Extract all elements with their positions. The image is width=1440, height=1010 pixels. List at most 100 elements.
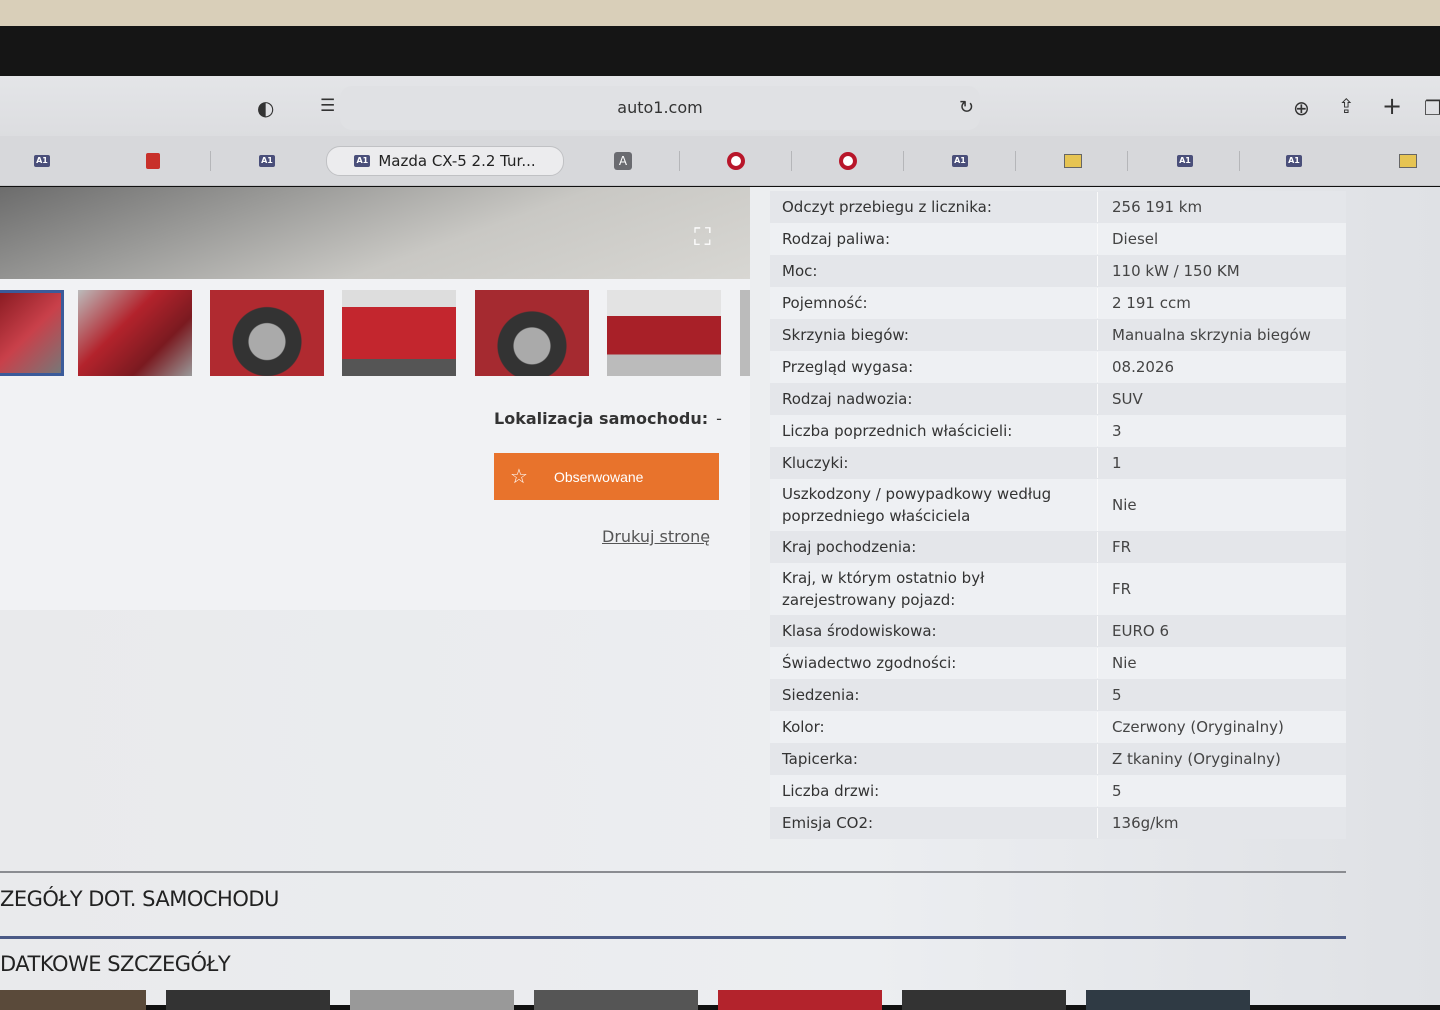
spec-value: 2 191 ccm (1112, 294, 1191, 312)
spec-row: Rodzaj paliwa: Diesel (770, 223, 1346, 255)
thumbnail[interactable] (342, 290, 456, 376)
spec-label: Emisja CO2: (770, 808, 1098, 838)
thumbnail-selected[interactable] (0, 290, 64, 376)
download-icon[interactable]: ⊕ (1293, 96, 1310, 120)
spec-row: Przegląd wygasa: 08.2026 (770, 351, 1346, 383)
spec-label: Kolor: (770, 712, 1098, 742)
auto1-favicon: A1 (259, 155, 275, 167)
spec-label: Rodzaj paliwa: (770, 224, 1098, 254)
tab[interactable]: A1 (1282, 146, 1306, 176)
tab-bar: A1 A1 A1 Mazda CX-5 2.2 Tur... A A1 A1 A1 (0, 136, 1440, 186)
spec-value: 5 (1112, 782, 1122, 800)
tab[interactable] (1062, 146, 1084, 176)
tab[interactable]: A1 (255, 146, 279, 176)
tab[interactable]: A (612, 146, 634, 176)
print-page-link[interactable]: Drukuj stronę (602, 527, 710, 546)
auto1-favicon: A1 (1177, 155, 1193, 167)
thumbnail[interactable] (350, 990, 514, 1010)
thumbnail[interactable] (740, 290, 750, 376)
spec-value: Diesel (1112, 230, 1159, 248)
share-icon[interactable]: ⇪ (1338, 94, 1355, 118)
tab[interactable]: A1 (30, 146, 54, 176)
spec-value: FR (1112, 538, 1132, 556)
background-wall (0, 0, 1440, 26)
spec-label: Kraj, w którym ostatnio był zarejestrowa… (770, 563, 1098, 615)
spec-row: Odczyt przebiegu z licznika: 256 191 km (770, 191, 1346, 223)
main-car-photo[interactable]: ⛶ (0, 187, 750, 279)
fullscreen-icon[interactable]: ⛶ (694, 223, 724, 253)
section-heading-car-details[interactable]: ZEGÓŁY DOT. SAMOCHODU (0, 887, 279, 911)
thumbnail[interactable] (1086, 990, 1250, 1010)
spec-value: Nie (1112, 496, 1137, 514)
letter-favicon: A (614, 152, 632, 170)
car-location: Lokalizacja samochodu: - (494, 409, 722, 428)
spec-value: 5 (1112, 686, 1122, 704)
tab-overview-icon[interactable]: ❐ (1424, 96, 1440, 120)
spec-label: Kraj pochodzenia: (770, 532, 1098, 562)
spec-row: Moc: 110 kW / 150 KM (770, 255, 1346, 287)
spec-row: Liczba poprzednich właścicieli: 3 (770, 415, 1346, 447)
active-tab-title: Mazda CX-5 2.2 Tur... (378, 152, 536, 170)
new-tab-icon[interactable]: + (1382, 92, 1402, 120)
address-bar[interactable]: auto1.com ↻ (340, 86, 980, 130)
spec-value: 256 191 km (1112, 198, 1203, 216)
spec-label: Skrzynia biegów: (770, 320, 1098, 350)
spec-value: FR (1112, 580, 1132, 598)
spec-label: Przegląd wygasa: (770, 352, 1098, 382)
tab[interactable] (143, 146, 163, 176)
spec-label: Uszkodzony / powypadkowy według poprzedn… (770, 479, 1098, 531)
spec-value: 3 (1112, 422, 1122, 440)
watch-button-label: Obserwowane (553, 468, 644, 485)
thumbnail[interactable] (78, 290, 192, 376)
tab[interactable] (1397, 146, 1419, 176)
spec-label: Rodzaj nadwozia: (770, 384, 1098, 414)
thumbnail[interactable] (210, 290, 324, 376)
spec-row: Kraj, w którym ostatnio był zarejestrowa… (770, 563, 1346, 615)
spec-label: Siedzenia: (770, 680, 1098, 710)
shield-privacy-icon[interactable]: ◐ (257, 96, 274, 120)
auto1-favicon: A1 (34, 155, 50, 167)
active-tab[interactable]: A1 Mazda CX-5 2.2 Tur... (326, 146, 564, 176)
auto1-favicon: A1 (354, 155, 371, 167)
tab[interactable] (725, 146, 747, 176)
spec-label: Odczyt przebiegu z licznika: (770, 192, 1098, 222)
url-text: auto1.com (617, 98, 703, 117)
tab[interactable]: A1 (1173, 146, 1197, 176)
spec-row: Klasa środowiskowa: EURO 6 (770, 615, 1346, 647)
thumbnail[interactable] (475, 290, 589, 376)
spec-value: 1 (1112, 454, 1122, 472)
spec-label: Kluczyki: (770, 448, 1098, 478)
spec-label: Klasa środowiskowa: (770, 616, 1098, 646)
spec-label: Liczba drzwi: (770, 776, 1098, 806)
spec-value: 136g/km (1112, 814, 1179, 832)
spec-label: Świadectwo zgodności: (770, 648, 1098, 678)
page-content: ⛶ Lokalizacja samochodu: - ☆ Obserwowane D… (0, 187, 1440, 1010)
circle-favicon (839, 152, 857, 170)
spec-row: Tapicerka: Z tkaniny (Oryginalny) (770, 743, 1346, 775)
spec-row: Uszkodzony / powypadkowy według poprzedn… (770, 479, 1346, 531)
spec-row: Skrzynia biegów: Manualna skrzynia biegów (770, 319, 1346, 351)
spec-row: Świadectwo zgodności: Nie (770, 647, 1346, 679)
reload-icon[interactable]: ↻ (959, 86, 974, 130)
thumbnail[interactable] (534, 990, 698, 1010)
thumbnail[interactable] (607, 290, 721, 376)
divider (0, 871, 1346, 873)
spec-row: Kraj pochodzenia: FR (770, 531, 1346, 563)
section-heading-additional-details[interactable]: DATKOWE SZCZEGÓŁY (0, 952, 231, 976)
thumbnail[interactable] (902, 990, 1066, 1010)
spec-row: Rodzaj nadwozia: SUV (770, 383, 1346, 415)
thumbnail[interactable] (0, 990, 146, 1010)
spec-value: Nie (1112, 654, 1137, 672)
spec-value: SUV (1112, 390, 1143, 408)
tab[interactable] (837, 146, 859, 176)
location-value: - (716, 409, 722, 428)
mail-favicon (1064, 154, 1082, 168)
thumbnail[interactable] (718, 990, 882, 1010)
gallery-panel: ⛶ Lokalizacja samochodu: - ☆ Obserwowane D… (0, 187, 750, 610)
tab[interactable]: A1 (948, 146, 972, 176)
thumbnail[interactable] (166, 990, 330, 1010)
spec-label: Moc: (770, 256, 1098, 286)
star-icon: ☆ (510, 466, 528, 488)
watch-button[interactable]: ☆ Obserwowane (494, 453, 719, 500)
reader-icon[interactable]: ☰ (320, 96, 335, 116)
